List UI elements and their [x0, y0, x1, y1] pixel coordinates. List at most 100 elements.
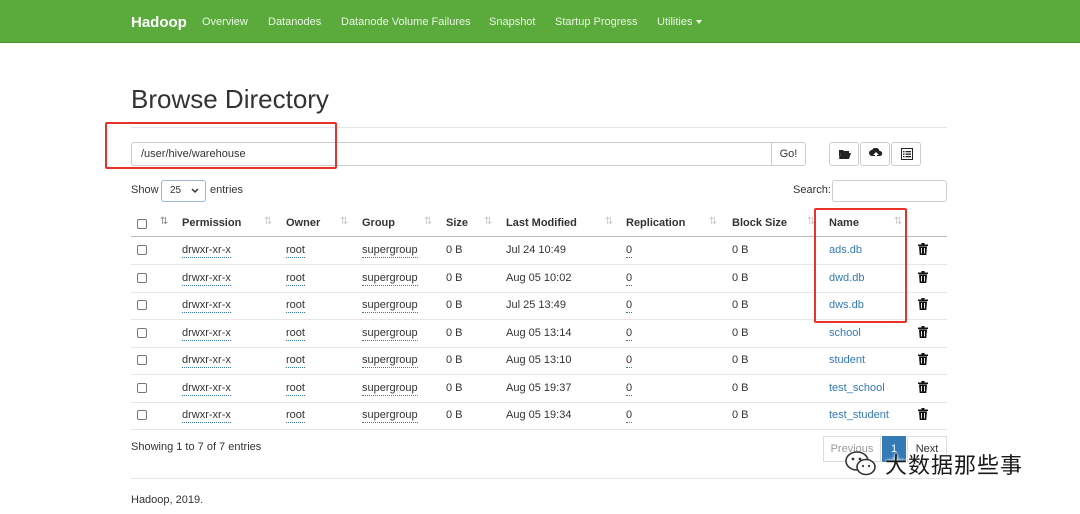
watermark-text: 大数据那些事	[885, 454, 1024, 479]
sort-icon[interactable]: ⇅	[424, 216, 433, 227]
cell-owner[interactable]: root	[286, 272, 305, 286]
cell-permission[interactable]: drwxr-xr-x	[182, 272, 231, 286]
top-navbar: Hadoop Overview Datanodes Datanode Volum…	[0, 0, 1080, 43]
entries-per-page-value: 25	[170, 185, 182, 196]
row-checkbox[interactable]	[137, 355, 147, 365]
cell-replication[interactable]: 0	[626, 327, 633, 341]
sort-icon[interactable]: ⇅	[340, 216, 349, 227]
row-checkbox[interactable]	[137, 382, 147, 393]
nav-startup-progress[interactable]: Startup Progress	[555, 16, 638, 28]
show-label: Show	[131, 184, 159, 196]
row-checkbox[interactable]	[137, 410, 147, 420]
cell-group[interactable]: supergroup	[362, 244, 418, 258]
cell-permission[interactable]: drwxr-xr-x	[182, 244, 231, 258]
cell-permission[interactable]: drwxr-xr-x	[182, 299, 231, 313]
cell-name[interactable]: dwd.db	[829, 272, 864, 284]
sort-icon[interactable]: ⇅	[709, 216, 718, 227]
column-header-block-size[interactable]: Block Size	[732, 217, 787, 229]
trash-icon[interactable]	[918, 270, 928, 286]
cell-permission[interactable]: drwxr-xr-x	[182, 327, 231, 341]
cell-owner[interactable]: root	[286, 409, 305, 423]
cell-size: 0 B	[446, 409, 463, 421]
search-label: Search:	[793, 184, 831, 196]
cell-owner[interactable]: root	[286, 299, 305, 313]
nav-overview[interactable]: Overview	[202, 16, 248, 28]
row-divider	[131, 319, 947, 320]
column-header-group[interactable]: Group	[362, 217, 395, 229]
cell-group[interactable]: supergroup	[362, 299, 418, 313]
nav-utilities-dropdown[interactable]: Utilities	[657, 16, 703, 28]
column-header-permission[interactable]: Permission	[182, 217, 241, 229]
create-directory-button[interactable]	[829, 142, 859, 166]
column-header-size[interactable]: Size	[446, 217, 468, 229]
row-checkbox[interactable]	[137, 327, 147, 338]
cell-name[interactable]: dws.db	[829, 299, 864, 311]
entries-per-page-select[interactable]: 25	[161, 180, 206, 202]
cell-permission[interactable]: drwxr-xr-x	[182, 409, 231, 423]
trash-icon[interactable]	[918, 298, 928, 313]
cell-block-size: 0 B	[732, 381, 749, 394]
column-header-name[interactable]: Name	[829, 217, 859, 229]
nav-snapshot[interactable]: Snapshot	[489, 16, 535, 28]
trash-icon[interactable]	[918, 243, 928, 258]
trash-icon[interactable]	[918, 325, 928, 341]
column-header-owner[interactable]: Owner	[286, 217, 320, 229]
cell-replication[interactable]: 0	[626, 299, 633, 313]
cell-owner[interactable]: root	[286, 354, 305, 368]
select-all-checkbox[interactable]	[137, 219, 147, 229]
column-header-last-modified[interactable]: Last Modified	[506, 217, 577, 229]
go-button[interactable]: Go!	[771, 142, 806, 166]
column-header-replication[interactable]: Replication	[626, 217, 685, 229]
sort-icon[interactable]: ⇅	[807, 216, 816, 227]
cell-owner[interactable]: root	[286, 382, 305, 396]
cell-size: 0 B	[446, 326, 463, 339]
directory-path-input[interactable]	[131, 142, 772, 166]
sort-icon[interactable]: ⇅	[264, 216, 273, 227]
sort-icon[interactable]: ⇅	[160, 216, 169, 227]
cell-group[interactable]: supergroup	[362, 382, 418, 396]
sort-icon[interactable]: ⇅	[484, 216, 493, 227]
cell-group[interactable]: supergroup	[362, 272, 418, 286]
upload-files-button[interactable]	[860, 142, 890, 166]
cell-modified: Aug 05 19:34	[506, 409, 572, 421]
cell-block-size: 0 B	[732, 409, 749, 421]
cell-replication[interactable]: 0	[626, 409, 633, 423]
cell-owner[interactable]: root	[286, 327, 305, 341]
cell-group[interactable]: supergroup	[362, 409, 418, 423]
cell-size: 0 B	[446, 299, 463, 311]
cell-group[interactable]: supergroup	[362, 354, 418, 368]
cell-name[interactable]: test_school	[829, 382, 885, 394]
cell-size: 0 B	[446, 354, 463, 366]
cell-name[interactable]: ads.db	[829, 244, 862, 256]
trash-icon[interactable]	[918, 408, 928, 423]
folder-open-icon	[839, 150, 851, 159]
trash-icon[interactable]	[918, 380, 928, 396]
cell-owner[interactable]: root	[286, 244, 305, 258]
cell-permission[interactable]: drwxr-xr-x	[182, 354, 231, 368]
sort-icon[interactable]: ⇅	[605, 216, 614, 227]
cell-replication[interactable]: 0	[626, 244, 633, 258]
brand-logo[interactable]: Hadoop	[131, 14, 187, 31]
sort-icon[interactable]: ⇅	[894, 216, 903, 227]
search-input[interactable]	[832, 180, 947, 202]
cell-block-size: 0 B	[732, 271, 749, 284]
trash-icon[interactable]	[918, 353, 928, 368]
table-info: Showing 1 to 7 of 7 entries	[131, 441, 262, 453]
nav-datanode-volume-failures[interactable]: Datanode Volume Failures	[341, 16, 471, 28]
nav-datanodes[interactable]: Datanodes	[268, 16, 321, 28]
row-checkbox[interactable]	[137, 300, 147, 310]
row-checkbox[interactable]	[137, 272, 147, 283]
footer-text: Hadoop, 2019.	[131, 494, 204, 506]
cell-replication[interactable]: 0	[626, 382, 633, 396]
caret-down-icon	[696, 20, 703, 25]
cut-paste-button[interactable]	[891, 142, 921, 166]
cell-permission[interactable]: drwxr-xr-x	[182, 382, 231, 396]
cell-replication[interactable]: 0	[626, 354, 633, 368]
cell-name[interactable]: test_student	[829, 409, 889, 421]
cell-replication[interactable]: 0	[626, 272, 633, 286]
row-checkbox[interactable]	[137, 245, 147, 255]
cell-name[interactable]: student	[829, 354, 865, 366]
cell-name[interactable]: school	[829, 327, 861, 339]
cell-group[interactable]: supergroup	[362, 327, 418, 341]
cell-modified: Aug 05 13:14	[506, 326, 572, 339]
